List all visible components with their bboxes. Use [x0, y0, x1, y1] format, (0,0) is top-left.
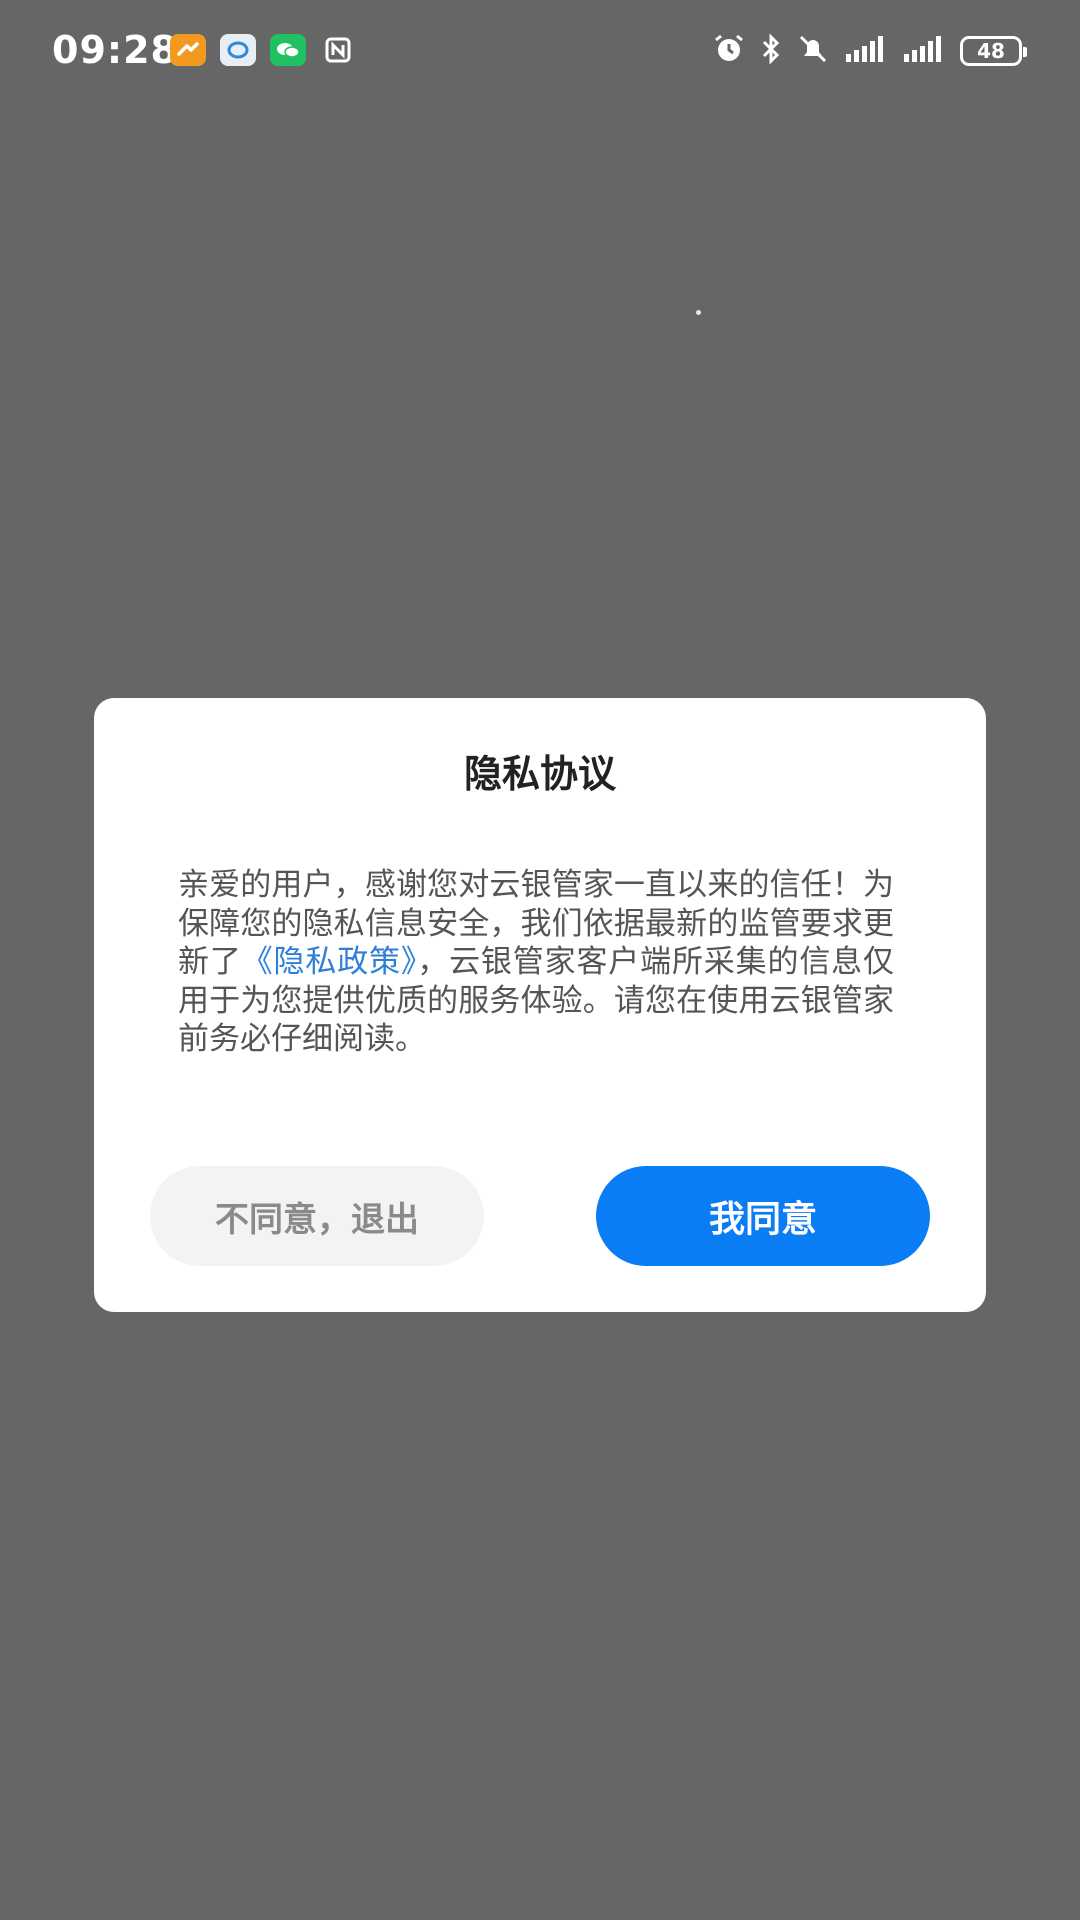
wechat-icon — [270, 34, 306, 66]
privacy-policy-link[interactable]: 《隐私政策》 — [242, 944, 418, 980]
bubble-app-icon — [220, 34, 256, 66]
orange-app-icon — [170, 34, 206, 66]
privacy-dialog: 隐私协议 亲爱的用户，感谢您对云银管家一直以来的信任！为保障您的隐私信息安全，我… — [94, 698, 986, 1312]
bluetooth-icon — [760, 32, 782, 70]
agree-button[interactable]: 我同意 — [596, 1166, 930, 1266]
status-time: 09:28 — [52, 28, 178, 72]
alarm-icon — [712, 32, 746, 70]
nfc-icon — [320, 34, 356, 66]
dialog-title: 隐私协议 — [463, 752, 616, 796]
battery-level: 48 — [977, 39, 1005, 63]
signal-icon — [902, 34, 946, 68]
system-icons: 48 — [712, 32, 1027, 70]
dialog-body: 亲爱的用户，感谢您对云银管家一直以来的信任！为保障您的隐私信息安全，我们依据最新… — [178, 866, 894, 1059]
battery-icon: 48 — [960, 36, 1027, 66]
disagree-exit-button[interactable]: 不同意，退出 — [150, 1166, 484, 1266]
mute-icon — [796, 32, 830, 70]
notification-icons — [170, 34, 356, 66]
loading-dot — [696, 310, 701, 315]
status-bar: 09:28 48 — [0, 0, 1080, 100]
signal-icon — [844, 34, 888, 68]
